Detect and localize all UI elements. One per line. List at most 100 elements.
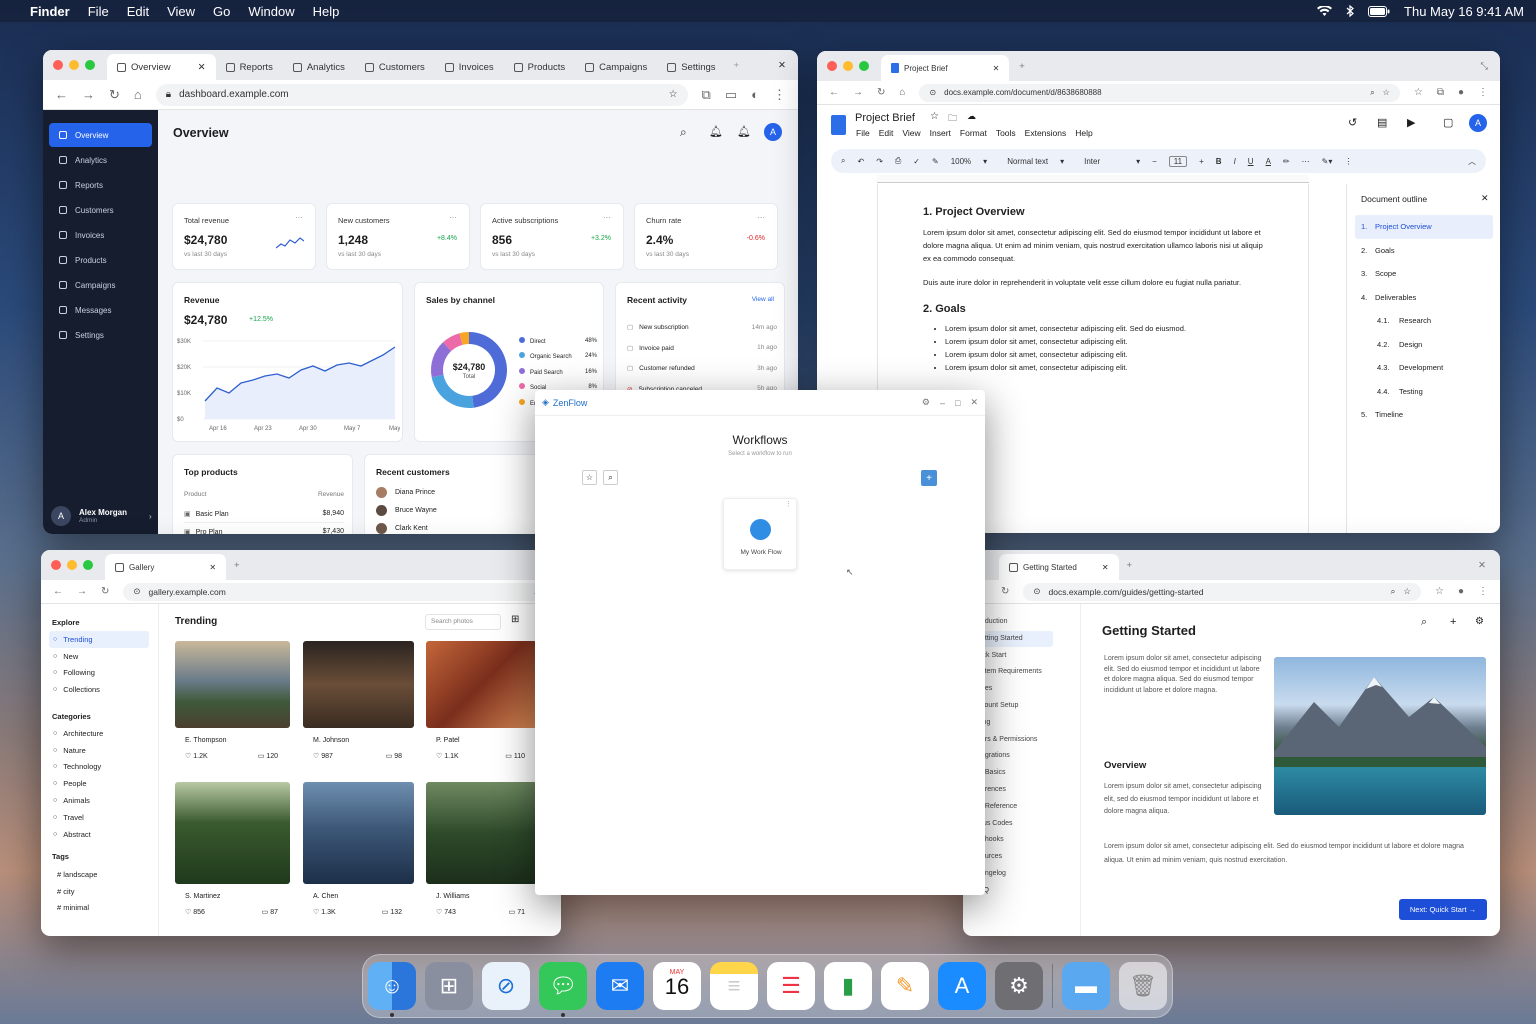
like-count[interactable]: ♡ 1.3K — [313, 908, 336, 916]
close-window-button[interactable] — [51, 560, 61, 570]
nav-item-nature[interactable]: ○ Nature — [49, 742, 149, 759]
undo-icon[interactable]: ↶ — [857, 157, 864, 166]
view-all-link[interactable]: View all — [752, 296, 774, 303]
finder-icon[interactable]: ☺ — [368, 962, 416, 1017]
comment-count[interactable]: ▭ 110 — [505, 752, 525, 760]
reload-icon[interactable]: ↻ — [877, 87, 885, 98]
sidebar-item-analytics[interactable]: Analytics — [49, 148, 152, 172]
highlight-icon[interactable]: ✏ — [1283, 157, 1290, 166]
guide-nav-item[interactable]: ers & Permissions — [981, 736, 1037, 743]
outline-item[interactable]: 4.1. Research — [1355, 309, 1493, 333]
guide-nav-item[interactable]: egrations — [981, 752, 1010, 759]
home-icon[interactable]: ⌂ — [134, 87, 142, 102]
nav-item-trending[interactable]: ○ Trending — [49, 631, 149, 648]
bookmark-icon[interactable]: ☆ — [1414, 87, 1423, 98]
new-tab-button[interactable]: + — [234, 560, 240, 571]
like-count[interactable]: ♡ 1.1K — [436, 752, 459, 760]
activity-item[interactable]: ▢ Invoice paid 1h ago — [627, 338, 777, 359]
profile-icon[interactable]: ● — [1458, 87, 1464, 98]
outline-item[interactable]: 2. Goals — [1355, 239, 1493, 263]
guide-nav-item[interactable]: tus Codes — [981, 820, 1013, 827]
card-menu-icon[interactable]: ⋮ — [785, 500, 792, 508]
print-icon[interactable]: ⎙ — [895, 156, 901, 166]
like-count[interactable]: ♡ 1.2K — [185, 752, 208, 760]
url-field[interactable]: ⊙ docs.example.com/document/d/8638680888 ⌕… — [919, 83, 1400, 102]
tab-gallery[interactable]: Gallery ✕ — [105, 554, 227, 580]
settings-icon[interactable]: ⚙ — [922, 397, 930, 408]
extensions-icon[interactable]: ⧉ — [702, 87, 711, 103]
guide-nav-item[interactable]: count Setup — [981, 702, 1018, 709]
battery-icon[interactable] — [1368, 5, 1390, 17]
system-settings-icon[interactable]: ⚙ — [995, 962, 1043, 1010]
folder-icon[interactable]: ▬ — [1062, 962, 1110, 1010]
italic-icon[interactable]: I — [1234, 157, 1236, 166]
reminders-icon[interactable]: ☰ — [767, 962, 815, 1010]
star-icon[interactable]: ☆ — [930, 111, 939, 122]
nav-item-minimal[interactable]: # minimal — [53, 900, 153, 917]
sidebar-item-messages[interactable]: Messages — [49, 298, 152, 322]
more-menu-icon[interactable]: ⋮ — [1344, 157, 1352, 166]
tab-campaigns[interactable]: Campaigns — [575, 54, 657, 80]
forward-arrow-icon[interactable]: → — [853, 87, 863, 98]
underline-icon[interactable]: U — [1248, 157, 1254, 166]
increase-size-icon[interactable]: + — [1199, 157, 1204, 166]
photo-thumbnail[interactable] — [175, 641, 290, 728]
minimize-icon[interactable]: – — [940, 398, 945, 408]
workflow-card[interactable]: ⋮ My Work Flow — [723, 498, 797, 570]
menu-help[interactable]: Help — [1075, 128, 1092, 138]
back-arrow-icon[interactable]: ← — [55, 87, 68, 102]
minimize-window-button[interactable] — [69, 60, 79, 70]
nav-item-animals[interactable]: ○ Animals — [49, 792, 149, 809]
photo-card[interactable]: P. Patel ♡ 1.1K ▭ 110 — [426, 641, 537, 771]
url-field[interactable]: ⊙ docs.example.com/guides/getting-started… — [1023, 582, 1421, 601]
grid-view-icon[interactable]: ⊞ — [511, 614, 519, 625]
spellcheck-icon[interactable]: ✓ — [913, 157, 920, 166]
launchpad-icon[interactable]: ⊞ — [425, 962, 473, 1010]
notes-icon[interactable]: ≡ — [710, 962, 758, 1010]
menu-go[interactable]: Go — [213, 4, 230, 19]
close-tab-icon[interactable]: ✕ — [209, 563, 216, 572]
add-icon[interactable]: + — [1450, 616, 1456, 628]
bookmark-star-icon[interactable]: ☆ — [1403, 586, 1411, 597]
close-icon[interactable]: ✕ — [1481, 193, 1489, 204]
search-button[interactable]: ⌕ — [603, 470, 618, 485]
more-menu-icon[interactable]: ⋮ — [1478, 87, 1488, 98]
comment-count[interactable]: ▭ 132 — [382, 908, 402, 916]
nav-item-technology[interactable]: ○ Technology — [49, 759, 149, 776]
sidebar-item-settings[interactable]: Settings — [49, 323, 152, 347]
nav-item-following[interactable]: ○ Following — [49, 665, 149, 682]
menu-format[interactable]: Format — [960, 128, 987, 138]
home-icon[interactable]: ⌂ — [899, 87, 905, 98]
editing-mode-icon[interactable]: ✎▾ — [1322, 157, 1333, 166]
bluetooth-icon[interactable] — [1346, 5, 1354, 17]
tab-reports[interactable]: Reports — [216, 54, 283, 80]
sidebar-item-customers[interactable]: Customers — [49, 198, 152, 222]
minimize-window-button[interactable] — [843, 61, 853, 71]
comment-count[interactable]: ▭ 71 — [509, 908, 525, 916]
guide-nav-item[interactable]: I Reference — [981, 803, 1017, 810]
avatar[interactable]: A — [764, 123, 782, 141]
bookmark-star-icon[interactable]: ☆ — [669, 89, 678, 100]
favorites-filter-button[interactable]: ☆ — [582, 470, 597, 485]
tab-overview[interactable]: Overview ✕ — [107, 54, 216, 80]
document-title[interactable]: Project Brief — [855, 112, 915, 124]
comments-icon[interactable]: ▤ — [1377, 116, 1387, 129]
menu-view[interactable]: View — [167, 4, 195, 19]
zoom-select[interactable]: 100% — [951, 157, 971, 166]
tab-settings[interactable]: Settings — [657, 54, 725, 80]
numbers-icon[interactable]: ▮ — [824, 962, 872, 1010]
search-icon[interactable]: ⌕ — [1421, 616, 1427, 629]
photo-thumbnail[interactable] — [303, 641, 414, 728]
maximize-icon[interactable]: □ — [955, 398, 960, 408]
reload-icon[interactable]: ↻ — [109, 87, 120, 103]
zoom-window-button[interactable] — [859, 61, 869, 71]
tab-project-brief[interactable]: Project Brief ✕ — [881, 55, 1010, 81]
close-tab-icon[interactable]: ✕ — [1102, 563, 1109, 572]
search-icon[interactable]: ⌕ — [680, 125, 687, 140]
profile-icon[interactable]: ● — [1458, 586, 1464, 597]
decrease-size-icon[interactable]: − — [1152, 157, 1157, 166]
nav-item-travel[interactable]: ○ Travel — [49, 809, 149, 826]
guide-nav-item[interactable]: stem Requirements — [981, 668, 1042, 675]
reload-icon[interactable]: ↻ — [101, 586, 109, 597]
font-size-input[interactable]: 11 — [1168, 155, 1188, 167]
